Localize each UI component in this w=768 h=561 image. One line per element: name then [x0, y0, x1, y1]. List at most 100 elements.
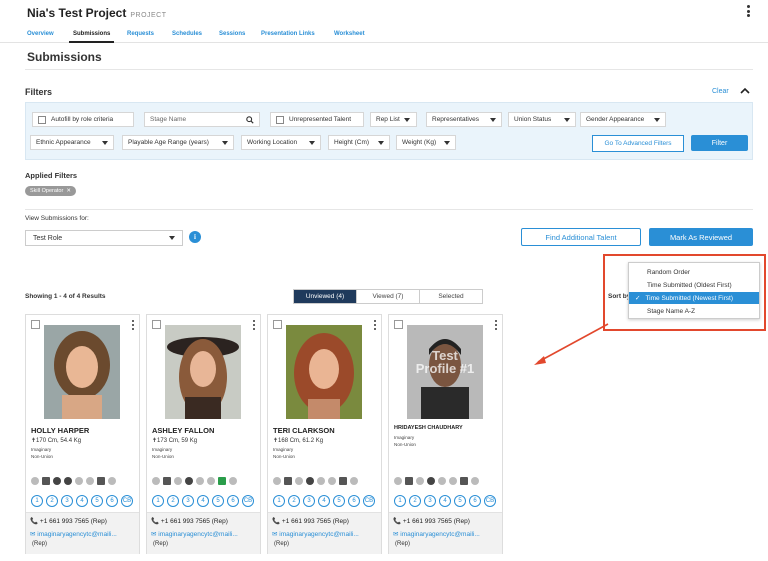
tab-requests[interactable]: Requests [127, 31, 154, 37]
document-icon[interactable] [405, 477, 413, 485]
filters-panel: Autofill by role criteria Stage Name Unr… [25, 102, 753, 160]
audio-icon[interactable] [31, 477, 39, 485]
collapse-chevron-icon[interactable] [740, 86, 750, 96]
filter-chip[interactable]: Skill Operator ✕ [25, 186, 76, 196]
video-icon[interactable] [53, 477, 61, 485]
share-icon[interactable] [108, 477, 116, 485]
talent-name[interactable]: ASHLEY FALLON [152, 426, 214, 435]
tab-overview[interactable]: Overview [27, 31, 54, 37]
folder-icon[interactable] [196, 477, 204, 485]
card-menu-icon[interactable] [132, 320, 135, 330]
calendar-icon[interactable] [460, 477, 468, 485]
tab-bar: Overview Submissions Requests Schedules … [0, 28, 768, 43]
tab-presentation-links[interactable]: Presentation Links [261, 31, 315, 37]
document-icon[interactable] [284, 477, 292, 485]
audio-icon[interactable] [152, 477, 160, 485]
folder-icon[interactable] [438, 477, 446, 485]
chevron-down-icon [222, 140, 228, 145]
filter-button[interactable]: Filter [691, 135, 748, 151]
height-dropdown[interactable]: Height (Cm) [328, 135, 390, 150]
talent-card[interactable]: ASHLEY FALLON ✝173 Cm, 59 Kg Imaginary N… [146, 314, 261, 554]
ethnic-appearance-dropdown[interactable]: Ethnic Appearance [30, 135, 114, 150]
weight-dropdown[interactable]: Weight (Kg) [396, 135, 456, 150]
rep-list-dropdown[interactable]: Rep List [370, 112, 417, 127]
headshot-photo[interactable] [44, 325, 120, 419]
find-talent-button[interactable]: Find Additional Talent [521, 228, 641, 246]
rep-label: (Rep) [274, 541, 290, 547]
select-checkbox[interactable] [152, 320, 161, 329]
view-for-label: View Submissions for: [25, 215, 89, 222]
calendar-icon[interactable] [97, 477, 105, 485]
playable-age-dropdown[interactable]: Playable Age Range (years) [122, 135, 234, 150]
role-select[interactable]: Test Role [25, 230, 183, 246]
calendar-icon[interactable] [339, 477, 347, 485]
history-icon[interactable] [64, 477, 72, 485]
video-icon[interactable] [416, 477, 424, 485]
more-options-icon[interactable] [744, 3, 752, 19]
representatives-dropdown[interactable]: Representatives [426, 112, 502, 127]
working-location-dropdown[interactable]: Working Location [241, 135, 321, 150]
folder-icon[interactable] [449, 477, 457, 485]
gender-appearance-dropdown[interactable]: Gender Appearance [580, 112, 666, 127]
share-icon[interactable] [350, 477, 358, 485]
video-icon[interactable] [295, 477, 303, 485]
audio-icon[interactable] [394, 477, 402, 485]
tab-sessions[interactable]: Sessions [219, 31, 245, 37]
video-icon[interactable] [174, 477, 182, 485]
phone-icon: 📞 [151, 518, 160, 525]
talent-name[interactable]: HOLLY HARPER [31, 426, 89, 435]
history-icon[interactable] [185, 477, 193, 485]
history-icon[interactable] [427, 477, 435, 485]
chevron-down-icon [444, 140, 450, 145]
select-checkbox[interactable] [31, 320, 40, 329]
talent-card[interactable]: Test Profile #1 HRIDAYESH CHAUDHARY Imag… [388, 314, 503, 554]
folder-icon[interactable] [75, 477, 83, 485]
email-link[interactable]: ✉ imaginaryagencytc@maili... [393, 530, 480, 538]
headshot-photo[interactable]: Test Profile #1 [407, 325, 483, 419]
document-icon[interactable] [163, 477, 171, 485]
close-icon[interactable]: ✕ [66, 188, 71, 194]
unrepresented-checkbox[interactable]: Unrepresented Talent [270, 112, 364, 127]
folder-icon[interactable] [207, 477, 215, 485]
card-menu-icon[interactable] [253, 320, 256, 330]
folder-icon[interactable] [328, 477, 336, 485]
segment-viewed[interactable]: Viewed (7) [357, 290, 420, 303]
autofill-checkbox[interactable]: Autofill by role criteria [32, 112, 134, 127]
union-status-dropdown[interactable]: Union Status [508, 112, 576, 127]
headshot-photo[interactable] [286, 325, 362, 419]
advanced-filters-button[interactable]: Go To Advanced Filters [592, 135, 684, 152]
card-menu-icon[interactable] [495, 320, 498, 330]
select-checkbox[interactable] [273, 320, 282, 329]
clear-filters-link[interactable]: Clear [712, 88, 729, 95]
select-checkbox[interactable] [394, 320, 403, 329]
share-icon[interactable] [229, 477, 237, 485]
stage-name-input[interactable]: Stage Name [144, 112, 260, 127]
email-link[interactable]: ✉ imaginaryagencytc@maili... [272, 530, 359, 538]
divider [25, 209, 753, 210]
share-icon[interactable] [471, 477, 479, 485]
media-icons [394, 477, 479, 485]
email-link[interactable]: ✉ imaginaryagencytc@maili... [30, 530, 117, 538]
card-menu-icon[interactable] [374, 320, 377, 330]
segment-unviewed[interactable]: Unviewed (4) [294, 290, 357, 303]
media-icons [31, 477, 116, 485]
talent-card[interactable]: HOLLY HARPER ✝170 Cm, 54.4 Kg Imaginary … [25, 314, 140, 554]
mark-reviewed-button[interactable]: Mark As Reviewed [649, 228, 753, 246]
segment-selected[interactable]: Selected [420, 290, 482, 303]
talent-name[interactable]: TERI CLARKSON [273, 426, 335, 435]
folder-icon[interactable] [86, 477, 94, 485]
talent-card[interactable]: TERI CLARKSON ✝168 Cm, 61.2 Kg Imaginary… [267, 314, 382, 554]
headshot-photo[interactable] [165, 325, 241, 419]
tab-schedules[interactable]: Schedules [172, 31, 202, 37]
email-link[interactable]: ✉ imaginaryagencytc@maili... [151, 530, 238, 538]
history-icon[interactable] [306, 477, 314, 485]
talent-name[interactable]: HRIDAYESH CHAUDHARY [394, 425, 463, 431]
folder-icon[interactable] [317, 477, 325, 485]
audio-icon[interactable] [273, 477, 281, 485]
star-icon[interactable] [218, 477, 226, 485]
role-numbers: 1 2 3 4 5 6 CB [273, 495, 375, 507]
document-icon[interactable] [42, 477, 50, 485]
tab-worksheet[interactable]: Worksheet [334, 31, 365, 37]
tab-submissions[interactable]: Submissions [68, 31, 115, 43]
info-icon[interactable]: i [189, 231, 201, 243]
